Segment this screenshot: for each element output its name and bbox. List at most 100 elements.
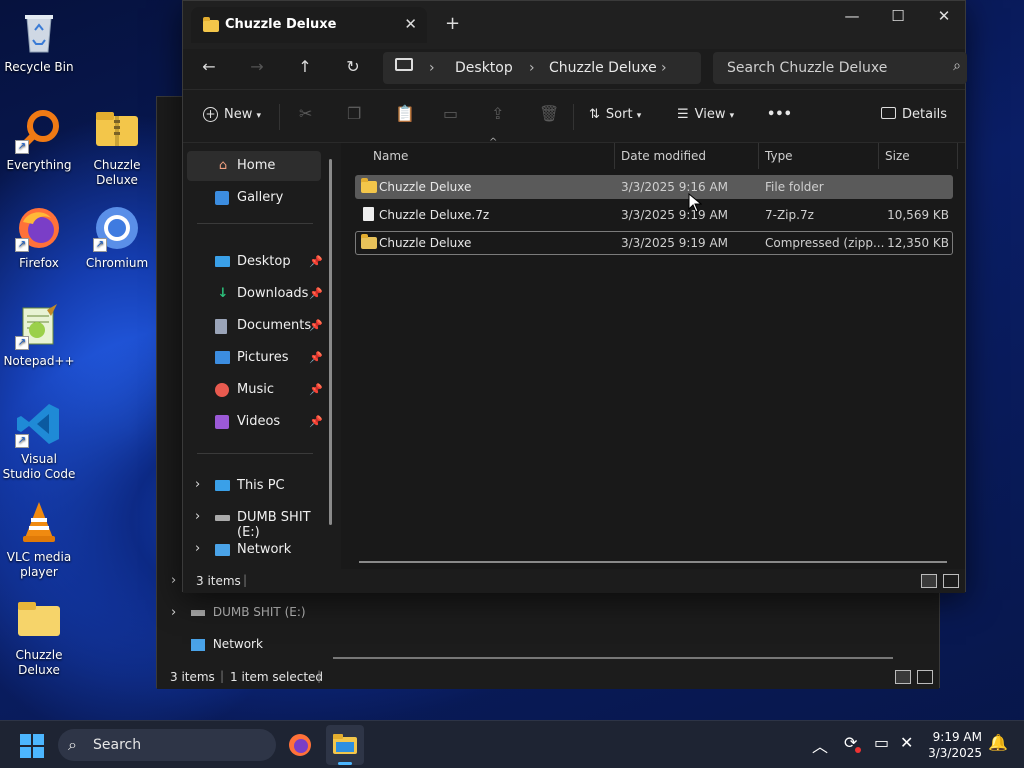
tab-chuzzle-deluxe[interactable]: Chuzzle Deluxe ✕: [191, 7, 427, 43]
pin-icon[interactable]: 📌: [309, 351, 323, 364]
desktop-icon-recycle-bin[interactable]: Recycle Bin: [1, 8, 77, 75]
breadcrumb-expand-icon[interactable]: ›: [661, 60, 667, 76]
divider: [197, 453, 313, 454]
column-divider[interactable]: [957, 143, 958, 169]
tiles-view-button[interactable]: [917, 670, 933, 684]
view-label: View: [694, 107, 726, 122]
delete-icon[interactable]: 🗑: [539, 104, 559, 123]
taskbar-search[interactable]: ⌕ Search: [58, 729, 276, 761]
clock[interactable]: 9:19 AM 3/3/2025: [922, 729, 982, 761]
sidebar-item-home[interactable]: ⌂ Home: [187, 151, 321, 181]
network-icon[interactable]: ▭: [874, 733, 889, 752]
close-tab-button[interactable]: ✕: [404, 15, 417, 33]
share-icon[interactable]: ⇪: [491, 104, 504, 123]
sidebar-item-pictures[interactable]: Pictures 📌: [187, 343, 323, 373]
minimize-button[interactable]: —: [829, 7, 875, 25]
column-header-size[interactable]: Size: [885, 149, 910, 163]
sidebar-item-videos[interactable]: Videos 📌: [187, 407, 323, 437]
file-row[interactable]: Chuzzle Deluxe 3/3/2025 9:19 AM Compress…: [355, 231, 953, 255]
notification-bell-icon[interactable]: 🔔: [988, 733, 1008, 752]
clock-date: 3/3/2025: [928, 746, 982, 760]
more-options-button[interactable]: •••: [767, 107, 792, 122]
title-bar[interactable]: Chuzzle Deluxe ✕ + — ☐ ✕: [183, 1, 965, 49]
tiles-view-button[interactable]: [943, 574, 959, 588]
details-pane-button[interactable]: Details: [881, 107, 947, 122]
volume-muted-icon[interactable]: ✕: [900, 733, 913, 752]
navigation-bar: ← → ↑ ↻ › Desktop › Chuzzle Deluxe › Sea…: [183, 49, 967, 89]
desktop-icon-notepadpp[interactable]: ↗ Notepad++: [1, 302, 77, 369]
column-divider[interactable]: [878, 143, 879, 169]
column-divider[interactable]: [614, 143, 615, 169]
desktop-icon-firefox[interactable]: ↗ Firefox: [1, 204, 77, 271]
maximize-button[interactable]: ☐: [875, 7, 921, 25]
recycle-bin-icon: [15, 8, 63, 56]
column-header-row: ^ Name Date modified Type Size: [341, 137, 965, 169]
column-header-type[interactable]: Type: [765, 149, 793, 163]
everything-search-icon: ↗: [15, 106, 63, 154]
shortcut-arrow-icon: ↗: [15, 140, 29, 154]
pin-icon[interactable]: 📌: [309, 255, 323, 268]
desktop-icon-everything[interactable]: ↗ Everything: [1, 106, 77, 173]
forward-button[interactable]: →: [245, 57, 269, 76]
horizontal-scrollbar[interactable]: [333, 657, 893, 659]
chevron-right-icon[interactable]: ›: [195, 509, 200, 524]
sidebar-item-gallery[interactable]: Gallery: [187, 183, 321, 213]
paste-icon[interactable]: 📋: [395, 104, 415, 123]
details-view-button[interactable]: [921, 574, 937, 588]
back-button[interactable]: ←: [197, 57, 221, 76]
chevron-up-icon[interactable]: ︿: [812, 733, 828, 757]
sort-button[interactable]: ⇅ Sort ▾: [589, 107, 641, 122]
search-box[interactable]: Search Chuzzle Deluxe ⌕: [713, 52, 967, 84]
close-window-button[interactable]: ✕: [921, 7, 967, 25]
rename-icon[interactable]: ▭: [443, 104, 458, 123]
column-divider[interactable]: [758, 143, 759, 169]
sidebar-item-music[interactable]: Music 📌: [187, 375, 323, 405]
copy-icon[interactable]: ❐: [347, 104, 361, 123]
sidebar-item-documents[interactable]: Documents 📌: [187, 311, 323, 341]
new-tab-button[interactable]: +: [445, 13, 460, 34]
desktop-icon-chuzzle-zip[interactable]: Chuzzle Deluxe: [79, 106, 155, 188]
back-sidebar-item-drive[interactable]: DUMB SHIT (E:): [191, 605, 306, 619]
cut-icon[interactable]: ✂: [299, 104, 312, 123]
view-button[interactable]: ☰ View ▾: [677, 107, 734, 122]
taskbar: ⌕ Search ︿ ⟳ ▭ ✕ 9:19 AM 3/3/2025 🔔: [0, 720, 1024, 768]
desktop-icon-vscode[interactable]: ↗ Visual Studio Code: [1, 400, 77, 482]
firefox-icon: ↗: [15, 204, 63, 252]
taskbar-firefox[interactable]: [288, 733, 312, 757]
desktop-icon-chuzzle-folder[interactable]: Chuzzle Deluxe: [1, 596, 77, 678]
taskbar-file-explorer[interactable]: [326, 725, 364, 765]
column-header-name[interactable]: Name: [373, 149, 408, 163]
pin-icon[interactable]: 📌: [309, 287, 323, 300]
column-header-date-modified[interactable]: Date modified: [621, 149, 706, 163]
up-button[interactable]: ↑: [293, 57, 317, 76]
pin-icon[interactable]: 📌: [309, 415, 323, 428]
chevron-right-icon[interactable]: ›: [171, 605, 176, 620]
music-icon: [215, 383, 229, 397]
sidebar-item-network[interactable]: › Network: [187, 535, 321, 565]
address-bar[interactable]: › Desktop › Chuzzle Deluxe ›: [383, 52, 701, 84]
file-row[interactable]: Chuzzle Deluxe.7z 3/3/2025 9:19 AM 7-Zip…: [355, 203, 953, 227]
chevron-right-icon[interactable]: ›: [195, 541, 200, 556]
sidebar-item-desktop[interactable]: Desktop 📌: [187, 247, 323, 277]
start-button[interactable]: [20, 734, 44, 758]
pin-icon[interactable]: 📌: [309, 319, 323, 332]
downloads-icon: ↓: [217, 286, 229, 301]
chevron-right-icon[interactable]: ›: [171, 573, 176, 588]
sidebar-item-downloads[interactable]: ↓ Downloads 📌: [187, 279, 323, 309]
sidebar-item-this-pc[interactable]: › This PC: [187, 471, 321, 501]
pin-icon[interactable]: 📌: [309, 383, 323, 396]
chevron-right-icon[interactable]: ›: [195, 477, 200, 492]
back-sidebar-item-network[interactable]: Network: [191, 637, 263, 651]
sidebar-scrollbar[interactable]: [329, 159, 332, 525]
sidebar-item-drive-e[interactable]: › DUMB SHIT (E:): [187, 503, 321, 540]
breadcrumb-chuzzle-deluxe[interactable]: Chuzzle Deluxe: [549, 60, 657, 76]
details-view-button[interactable]: [895, 670, 911, 684]
desktop-icon-vlc[interactable]: VLC media player: [1, 498, 77, 580]
new-button[interactable]: + New ▾: [203, 107, 261, 122]
horizontal-scrollbar[interactable]: [359, 561, 947, 563]
breadcrumb-desktop[interactable]: Desktop: [455, 60, 513, 76]
explorer-window[interactable]: Chuzzle Deluxe ✕ + — ☐ ✕ ← → ↑ ↻ › Deskt…: [182, 0, 967, 593]
refresh-button[interactable]: ↻: [341, 57, 365, 76]
file-row[interactable]: Chuzzle Deluxe 3/3/2025 9:16 AM File fol…: [355, 175, 953, 199]
desktop-icon-chromium[interactable]: ↗ Chromium: [79, 204, 155, 271]
